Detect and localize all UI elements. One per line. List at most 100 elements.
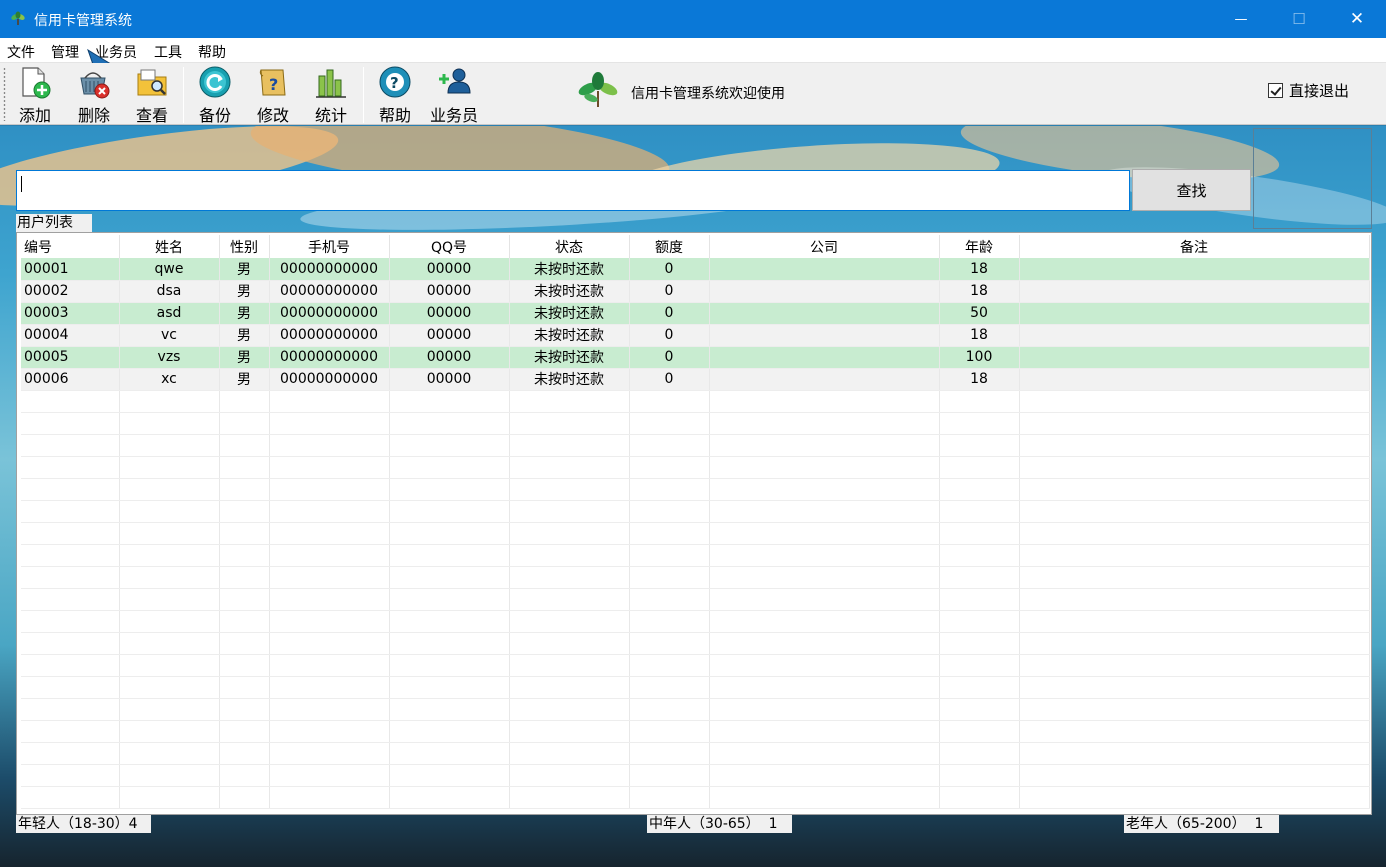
column-header-name[interactable]: 姓名	[119, 235, 220, 258]
cell-name[interactable]: vc	[119, 324, 220, 347]
cell-name[interactable]: dsa	[119, 280, 220, 303]
cell-age[interactable]: 100	[939, 346, 1020, 369]
cell-id[interactable]: 00004	[21, 324, 120, 347]
cell-age[interactable]: 18	[939, 280, 1020, 303]
cell-notes[interactable]	[1019, 324, 1370, 347]
cell-status[interactable]: 未按时还款	[509, 302, 630, 325]
cell-credit[interactable]: 0	[629, 280, 710, 303]
cell-phone[interactable]: 00000000000	[269, 302, 390, 325]
cell-notes[interactable]	[1019, 280, 1370, 303]
cell-name[interactable]: qwe	[119, 258, 220, 281]
column-header-credit[interactable]: 额度	[629, 235, 710, 258]
cell-gender[interactable]: 男	[219, 324, 270, 347]
cell-notes[interactable]	[1019, 368, 1370, 391]
table-row[interactable]: 00003 asd 男 00000000000 00000 未按时还款 0 50	[21, 302, 1370, 325]
column-header-qq[interactable]: QQ号	[389, 235, 510, 258]
minimize-button[interactable]: —	[1212, 0, 1270, 38]
cell-id[interactable]: 00006	[21, 368, 120, 391]
cell-id[interactable]: 00001	[21, 258, 120, 281]
column-header-id[interactable]: 编号	[21, 235, 120, 258]
cell-qq[interactable]: 00000	[389, 280, 510, 303]
cell-name[interactable]: xc	[119, 368, 220, 391]
column-header-gender[interactable]: 性别	[219, 235, 270, 258]
menu-manage[interactable]: 管理	[51, 42, 79, 62]
cell-credit[interactable]: 0	[629, 258, 710, 281]
column-header-notes[interactable]: 备注	[1019, 235, 1370, 258]
direct-exit-checkbox[interactable]: 直接退出	[1268, 80, 1349, 101]
column-header-company[interactable]: 公司	[709, 235, 940, 258]
menu-help[interactable]: 帮助	[198, 42, 226, 62]
cell-gender[interactable]: 男	[219, 258, 270, 281]
add-button[interactable]: 添加	[14, 66, 56, 125]
column-header-age[interactable]: 年龄	[939, 235, 1020, 258]
cell-status[interactable]: 未按时还款	[509, 280, 630, 303]
cell-status[interactable]: 未按时还款	[509, 368, 630, 391]
table-row[interactable]: 00006 xc 男 00000000000 00000 未按时还款 0 18	[21, 368, 1370, 391]
search-button[interactable]: 查找	[1132, 169, 1251, 211]
cell-qq[interactable]: 00000	[389, 258, 510, 281]
cell-notes[interactable]	[1019, 302, 1370, 325]
cell-company[interactable]	[709, 280, 940, 303]
checkbox-checked-icon[interactable]	[1268, 83, 1283, 98]
cell-status[interactable]: 未按时还款	[509, 258, 630, 281]
toolbar-grip[interactable]	[3, 67, 6, 121]
cell-age[interactable]: 18	[939, 258, 1020, 281]
cell-company[interactable]	[709, 324, 940, 347]
cell-id[interactable]: 00003	[21, 302, 120, 325]
cell-company[interactable]	[709, 302, 940, 325]
table-row[interactable]: 00004 vc 男 00000000000 00000 未按时还款 0 18	[21, 324, 1370, 347]
cell-qq[interactable]: 00000	[389, 346, 510, 369]
cell-notes[interactable]	[1019, 258, 1370, 281]
delete-button[interactable]: 删除	[73, 66, 115, 125]
cell-company[interactable]	[709, 368, 940, 391]
cell-credit[interactable]: 0	[629, 324, 710, 347]
help-button[interactable]: ? 帮助	[374, 66, 416, 125]
table-row[interactable]: 00005 vzs 男 00000000000 00000 未按时还款 0 100	[21, 346, 1370, 369]
cell-phone[interactable]: 00000000000	[269, 324, 390, 347]
statistics-button[interactable]: 统计	[310, 66, 352, 125]
cell-gender[interactable]: 男	[219, 368, 270, 391]
menu-file[interactable]: 文件	[7, 42, 35, 62]
cell-phone[interactable]: 00000000000	[269, 346, 390, 369]
cell-age[interactable]: 50	[939, 302, 1020, 325]
cell-credit[interactable]: 0	[629, 346, 710, 369]
add-document-icon	[22, 67, 51, 99]
cell-status[interactable]: 未按时还款	[509, 346, 630, 369]
view-button[interactable]: 查看	[131, 66, 173, 125]
cell-gender[interactable]: 男	[219, 346, 270, 369]
cell-gender[interactable]: 男	[219, 302, 270, 325]
cell-phone[interactable]: 00000000000	[269, 280, 390, 303]
salesman-button[interactable]: 业务员	[426, 66, 482, 125]
cell-qq[interactable]: 00000	[389, 302, 510, 325]
cell-id[interactable]: 00005	[21, 346, 120, 369]
cell-credit[interactable]: 0	[629, 302, 710, 325]
cell-age[interactable]: 18	[939, 324, 1020, 347]
edit-button[interactable]: ? 修改	[252, 66, 294, 125]
cell-name[interactable]: vzs	[119, 346, 220, 369]
empty-cell	[1019, 764, 1370, 787]
user-table[interactable]: 编号 姓名 性别 手机号 QQ号 状态 额度 公司 年龄 备注 00001 qwe…	[16, 232, 1372, 815]
cell-status[interactable]: 未按时还款	[509, 324, 630, 347]
cell-phone[interactable]: 00000000000	[269, 368, 390, 391]
cell-id[interactable]: 00002	[21, 280, 120, 303]
column-header-status[interactable]: 状态	[509, 235, 630, 258]
empty-cell	[21, 544, 120, 567]
cell-qq[interactable]: 00000	[389, 324, 510, 347]
cell-name[interactable]: asd	[119, 302, 220, 325]
search-input[interactable]	[16, 170, 1130, 211]
menu-tools[interactable]: 工具	[154, 42, 182, 62]
backup-button[interactable]: 备份	[194, 66, 236, 125]
cell-gender[interactable]: 男	[219, 280, 270, 303]
cell-phone[interactable]: 00000000000	[269, 258, 390, 281]
cell-company[interactable]	[709, 258, 940, 281]
close-button[interactable]: ✕	[1328, 0, 1386, 38]
cell-qq[interactable]: 00000	[389, 368, 510, 391]
cell-age[interactable]: 18	[939, 368, 1020, 391]
cell-credit[interactable]: 0	[629, 368, 710, 391]
cell-notes[interactable]	[1019, 346, 1370, 369]
column-header-phone[interactable]: 手机号	[269, 235, 390, 258]
table-row[interactable]: 00001 qwe 男 00000000000 00000 未按时还款 0 18	[21, 258, 1370, 281]
table-row[interactable]: 00002 dsa 男 00000000000 00000 未按时还款 0 18	[21, 280, 1370, 303]
cell-company[interactable]	[709, 346, 940, 369]
maximize-button[interactable]: ☐	[1270, 0, 1328, 38]
